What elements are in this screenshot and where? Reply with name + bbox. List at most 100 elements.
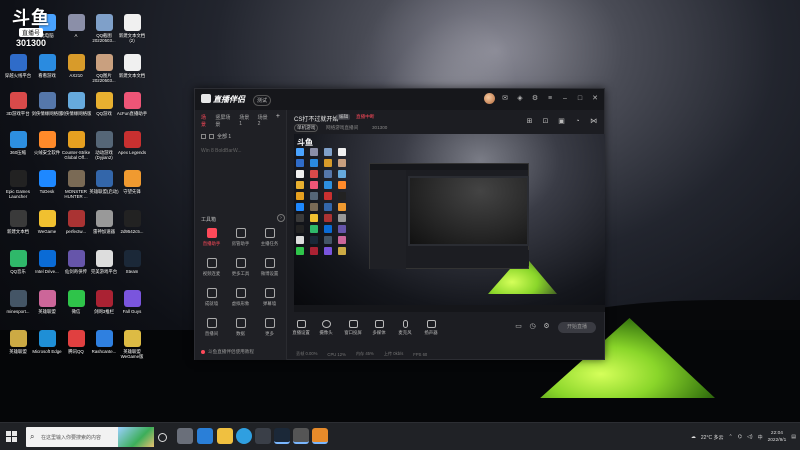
task-view-icon[interactable] [158,433,167,442]
steam-icon[interactable] [274,428,290,444]
clock[interactable]: 22:04 2022/9/1 [768,430,787,444]
tab-portrait-scene[interactable]: 竖屏场景 [215,114,234,128]
desktop-icon[interactable]: 剑侠情缘网络版 [31,92,63,132]
taskbar-app-icon[interactable] [197,428,213,444]
tutorial-link[interactable]: 斗鱼直播伴侣使用教程 [201,349,254,355]
live-app-taskbar-icon[interactable] [293,428,309,444]
menu-icon[interactable]: ≡ [545,94,555,104]
desktop-icon[interactable]: Epic Games Launcher [2,170,34,210]
desktop-icon-label: WeGame [37,229,57,234]
preview-mini-icon [324,181,332,189]
taskbar-app-icon[interactable] [255,428,271,444]
tool-button[interactable]: 直播助手 [197,228,226,252]
notification-icon[interactable]: ▤ [791,434,796,440]
tray-expand-icon[interactable]: ⌃ [728,434,732,440]
window-cast-button[interactable]: 窗口投屏 [342,320,364,336]
share-icon[interactable]: ⋈ [589,117,598,126]
desktop-icon[interactable]: 英雄联盟 [2,330,34,370]
camera-button[interactable]: 摄像头 [315,320,337,336]
edge-icon[interactable] [236,428,252,444]
minimize-icon[interactable]: – [560,94,570,104]
desktop-icon[interactable]: minesport... [2,290,34,330]
desktop-icon[interactable]: 3D游戏平台 [2,92,34,132]
desktop-icon[interactable]: QQ音乐 [2,250,34,290]
desktop-icon[interactable]: 新建文本档 [2,210,34,250]
tab-scene[interactable]: 场景 [201,114,210,128]
desktop-icon[interactable]: WeGame [31,210,63,250]
tool-button[interactable]: 更多 [255,318,284,342]
input-method[interactable]: 中 [758,434,763,441]
desktop-icon[interactable]: 英雄联盟WeGame版 [116,330,148,370]
desktop-icon[interactable]: AcFun直播助手 [116,92,148,132]
file-explorer-icon[interactable] [217,428,233,444]
tool-button[interactable]: 主播任务 [255,228,284,252]
desktop-icon[interactable]: Intel Drive... [31,250,63,290]
tool-button[interactable]: 数据 [226,318,255,342]
select-all-checkbox[interactable] [209,134,214,139]
volume-icon[interactable]: ◁) [747,434,753,440]
app-titlebar[interactable]: 直播伴侣 测试 ✉ ◈ ⚙ ≡ – □ ✕ [195,89,604,110]
desktop-icon[interactable]: 新建文本文档 (2) [116,14,148,54]
taskbar-app-icon[interactable] [177,428,193,444]
tool-button[interactable]: 更多工具 [226,258,255,282]
settings-icon[interactable]: ⚙ [530,94,540,104]
clock-icon[interactable]: ◷ [528,323,537,331]
speaker-button[interactable]: 扬声器 [420,320,442,336]
toolbox-collapse-icon[interactable]: › [277,214,285,222]
tab-scene-2[interactable]: 场景 2 [258,114,271,128]
layout-icon[interactable]: ⊞ [525,117,534,126]
source-item[interactable]: Win 8 BoldBarW... [201,145,280,157]
select-checkbox[interactable] [201,134,206,139]
desktop-icon[interactable]: Steam [116,250,148,290]
windows-start-icon[interactable] [6,431,17,442]
desktop-icon[interactable]: 火绒安全软件 [31,131,63,171]
tool-button[interactable]: 弹幕墙 [255,288,284,312]
tool-button[interactable]: 直播间 [197,318,226,342]
edit-title-button[interactable]: 编辑 [337,114,351,120]
desktop-icon[interactable]: Microsoft Edge [31,330,63,370]
start-live-button[interactable]: 开始直播 [558,322,596,333]
record-icon[interactable]: ▭ [514,323,523,331]
desktop-icon[interactable]: 英雄联盟 [31,290,63,330]
desktop-icon[interactable]: 2d9542c5... [116,210,148,250]
windows-taskbar: ⌕ 在这里输入你要搜索的内容 ☁ 22°C 多云 ⌃ ⌬ ◁) 中 22:04 … [0,422,800,450]
close-icon[interactable]: ✕ [590,94,600,104]
microphone-button[interactable]: 麦克风 [394,320,416,336]
tool-button[interactable]: 微博设置 [255,258,284,282]
desktop-icon[interactable]: 看看游戏 [31,54,63,94]
tool-button[interactable]: 虚拟形象 [226,288,255,312]
preview-mini-icon [296,247,304,255]
lock-icon[interactable]: ⊡ [541,117,550,126]
bell-icon[interactable]: ◔ [573,117,582,126]
user-avatar[interactable] [484,93,495,104]
desktop-icon[interactable]: 穿越火线平台 [2,54,34,94]
live-settings-button[interactable]: 直播设置 [290,320,312,336]
stream-preview[interactable]: 斗鱼 [294,134,605,312]
tool-button[interactable]: 视频连麦 [197,258,226,282]
network-icon[interactable]: ⌬ [738,434,742,440]
preview-mini-icon [338,192,346,200]
taskbar-search-box[interactable]: ⌕ 在这里输入你要搜索的内容 [26,427,154,447]
taskbar-app-icon[interactable] [312,428,328,444]
desktop-icon[interactable]: 360压缩 [2,131,34,171]
desktop-icon[interactable]: 新建文本文档 [116,54,148,94]
tool-button[interactable]: 房管助手 [226,228,255,252]
desktop-icon[interactable]: ToDesk [31,170,63,210]
weather-text[interactable]: 22°C 多云 [701,434,724,441]
tab-scene-1[interactable]: 场景 1 [239,114,252,128]
gear-icon[interactable]: ⚙ [542,323,551,331]
skin-icon[interactable]: ◈ [515,94,525,104]
maximize-icon[interactable]: □ [575,94,585,104]
screenshot-icon[interactable]: ▣ [557,117,566,126]
weather-icon[interactable]: ☁ [691,434,696,440]
category-badge[interactable]: 单机游戏 [294,124,319,132]
multimedia-button[interactable]: 多媒体 [368,320,390,336]
tool-button[interactable]: 成就墙 [197,288,226,312]
desktop-icon[interactable]: 守望先锋 [116,170,148,210]
stream-title[interactable]: CS打不过就开始 [294,114,338,123]
camera-label: 摄像头 [319,330,333,335]
add-scene-icon[interactable]: + [276,113,280,128]
message-icon[interactable]: ✉ [500,94,510,104]
desktop-icon[interactable]: Apex Legends [116,131,148,171]
desktop-icon[interactable]: Fall Guys [116,290,148,330]
